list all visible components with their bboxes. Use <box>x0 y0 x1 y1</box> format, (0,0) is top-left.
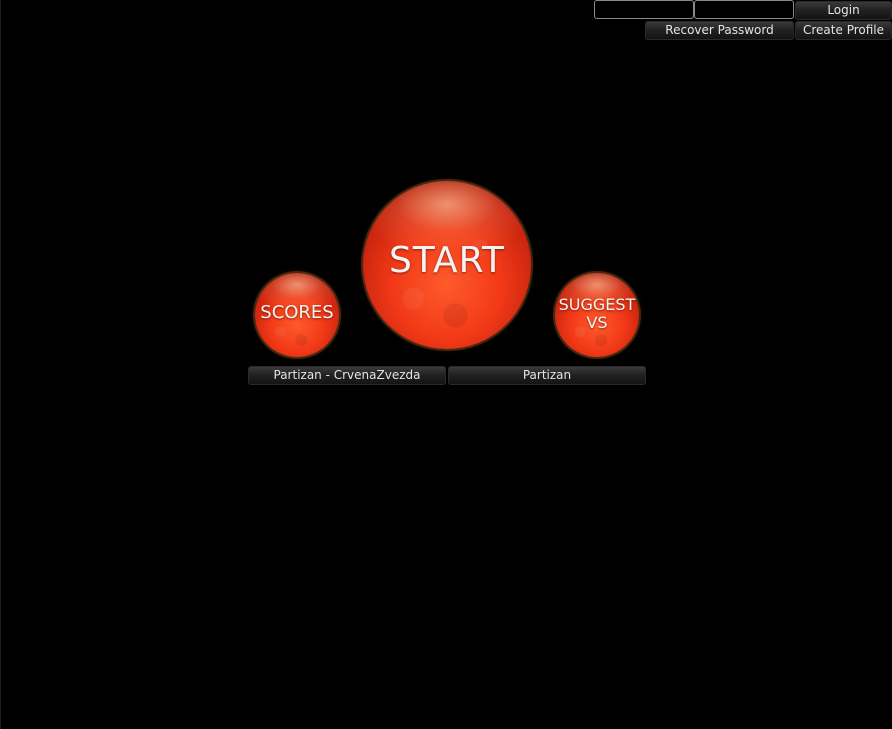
password-field[interactable] <box>694 0 794 19</box>
suggest-vs-button[interactable]: SUGGEST VS <box>555 273 639 357</box>
team-select-button[interactable]: Partizan <box>448 366 646 385</box>
login-button[interactable]: Login <box>795 1 892 20</box>
scores-button[interactable]: SCORES <box>255 273 339 357</box>
username-field[interactable] <box>594 0 694 19</box>
scores-label: SCORES <box>260 302 334 324</box>
match-select-button[interactable]: Partizan - CrvenaZvezda <box>248 366 446 385</box>
recover-password-button[interactable]: Recover Password <box>645 21 794 40</box>
start-label: START <box>388 240 506 282</box>
create-profile-button[interactable]: Create Profile <box>795 21 892 40</box>
game-screen: Login Recover Password Create Profile SC… <box>0 0 892 729</box>
left-border <box>0 0 1 729</box>
suggest-vs-label: SUGGEST VS <box>558 295 636 332</box>
start-button[interactable]: START <box>363 181 531 349</box>
